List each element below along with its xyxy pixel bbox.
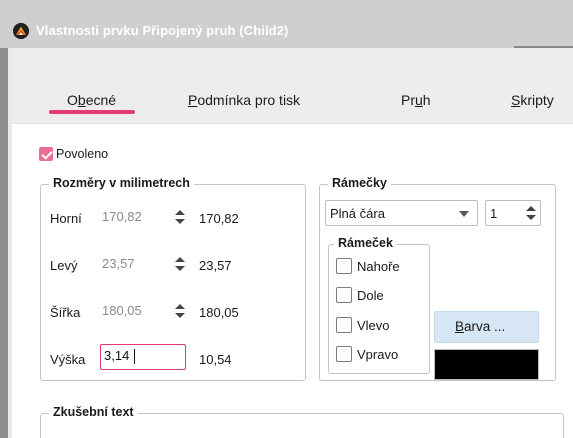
frames-group: Rámečky Plná čára 1 Rámeček Nahoře Dole … bbox=[319, 176, 556, 381]
tab-content-obecne: Povoleno Rozměry v milimetrech Horní 170… bbox=[12, 124, 573, 438]
dimensions-legend: Rozměry v milimetrech bbox=[49, 176, 194, 190]
height-value[interactable]: 3,14 bbox=[104, 348, 129, 363]
height-spinbox[interactable]: 3,14 bbox=[100, 344, 186, 370]
tab-podminka-pro-tisk[interactable]: Podmínka pro tisk bbox=[188, 92, 300, 108]
right-border-label: Vpravo bbox=[357, 347, 399, 362]
color-swatch[interactable] bbox=[434, 349, 539, 380]
width-label: Šířka bbox=[50, 305, 81, 320]
window-title: Vlastnosti prvku Připojený pruh (Child2) bbox=[36, 23, 289, 38]
top-mm-value: 170,82 bbox=[199, 211, 239, 226]
tab-skripty[interactable]: Skripty bbox=[511, 92, 554, 108]
line-style-select[interactable]: Plná čára bbox=[325, 200, 478, 226]
height-label: Výška bbox=[50, 352, 86, 367]
line-width-spinbox[interactable]: 1 bbox=[485, 200, 541, 226]
spin-arrows-icon[interactable] bbox=[525, 204, 537, 222]
frame-sides-legend: Rámeček bbox=[334, 236, 397, 250]
top-value: 170,82 bbox=[102, 209, 142, 224]
bottom-border-checkbox[interactable] bbox=[336, 287, 352, 303]
left-border-checkbox[interactable] bbox=[336, 317, 352, 333]
left-spinbox[interactable]: 23,57 bbox=[100, 252, 186, 276]
width-spinbox[interactable]: 180,05 bbox=[100, 299, 186, 323]
frames-legend: Rámečky bbox=[328, 176, 391, 190]
active-tab-indicator bbox=[49, 110, 135, 114]
enabled-label: Povoleno bbox=[56, 147, 109, 161]
color-button[interactable]: Barva ... bbox=[434, 311, 539, 343]
chevron-down-icon[interactable] bbox=[459, 211, 469, 217]
app-logo-icon bbox=[13, 23, 29, 39]
enabled-checkbox[interactable] bbox=[39, 147, 53, 161]
width-value: 180,05 bbox=[102, 303, 142, 318]
line-width-value: 1 bbox=[490, 206, 498, 221]
color-button-label: Barva ... bbox=[455, 319, 506, 334]
top-spinbox[interactable]: 170,82 bbox=[100, 205, 186, 229]
left-value: 23,57 bbox=[102, 256, 135, 271]
spin-arrows-icon[interactable] bbox=[174, 208, 186, 226]
title-bar: Vlastnosti prvku Připojený pruh (Child2) bbox=[0, 0, 573, 48]
spin-arrows-icon[interactable] bbox=[174, 302, 186, 320]
line-style-value: Plná čára bbox=[330, 206, 385, 221]
left-label: Levý bbox=[50, 258, 78, 273]
window-left-border bbox=[0, 48, 12, 438]
left-border-label: Vlevo bbox=[357, 318, 390, 333]
test-text-group: Zkušební text bbox=[40, 405, 564, 438]
top-border-checkbox[interactable] bbox=[336, 258, 352, 274]
top-border-label: Nahoře bbox=[357, 259, 400, 274]
tab-obecne[interactable]: Obecné bbox=[67, 92, 116, 108]
frame-sides-group: Rámeček Nahoře Dole Vlevo Vpravo bbox=[328, 236, 430, 374]
top-label: Horní bbox=[50, 211, 82, 226]
width-mm-value: 180,05 bbox=[199, 305, 239, 320]
right-border-checkbox[interactable] bbox=[336, 346, 352, 362]
dimensions-group: Rozměry v milimetrech Horní 170,82 170,8… bbox=[40, 176, 306, 381]
spin-arrows-icon[interactable] bbox=[174, 255, 186, 273]
height-mm-value: 10,54 bbox=[199, 352, 232, 367]
left-mm-value: 23,57 bbox=[199, 258, 232, 273]
tab-pruh[interactable]: Pruh bbox=[401, 92, 431, 108]
bottom-border-label: Dole bbox=[357, 288, 384, 303]
test-text-legend: Zkušební text bbox=[49, 405, 138, 419]
text-caret bbox=[134, 349, 135, 364]
